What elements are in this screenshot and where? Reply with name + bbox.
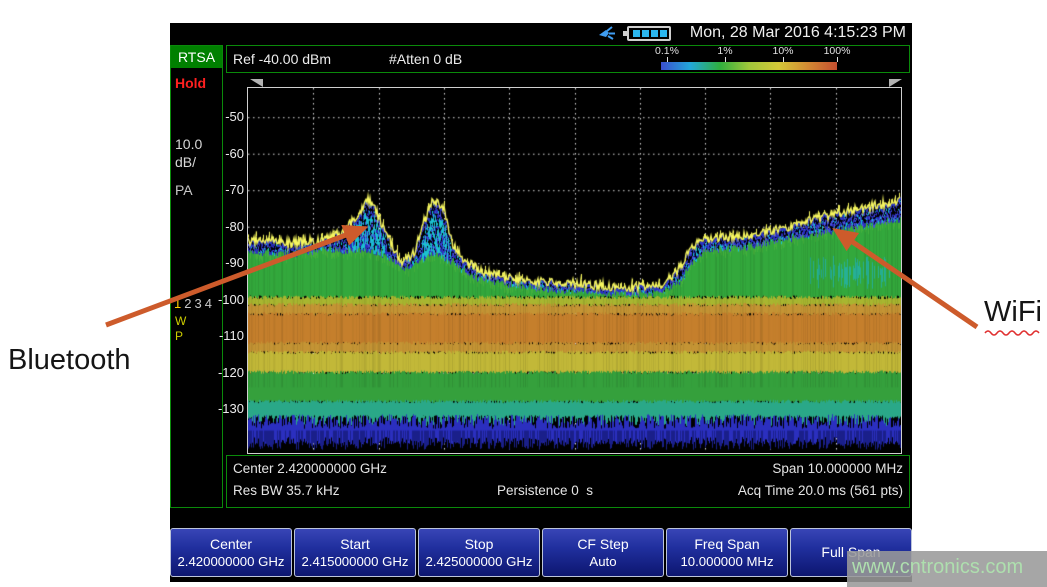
legend-gradient-bar [661,62,837,70]
trace-4: 4 [205,296,215,311]
softkey-label: CF Step [577,536,628,553]
softkey-value: 2.425000000 GHz [425,553,532,570]
y-axis-tick-label: -130 [218,401,244,416]
resbw-readout: Res BW 35.7 kHz [233,483,340,498]
y-axis-tick-label: -60 [225,146,244,161]
ref-level-label: Ref -40.00 dBm [233,51,331,67]
legend-tick [725,57,726,62]
softkey-value: 2.415000000 GHz [301,553,408,570]
softkey-label: Freq Span [694,536,759,553]
clock: Mon, 28 Mar 2016 4:15:23 PM [690,24,906,42]
reference-bar: Ref -40.00 dBm #Atten 0 dB 0.1% 1% 10% 100% [226,45,910,73]
y-axis-tick-label: -110 [219,328,244,343]
mode-badge: RTSA [171,46,222,68]
trace-flag-p: P [175,329,183,343]
center-freq-readout: Center 2.420000000 GHz [233,461,387,476]
callout-bluetooth-label: Bluetooth [8,344,131,377]
watermark: www.cntronics.com [847,551,1047,587]
legend-label: 1% [717,45,732,57]
battery-icon [627,26,671,41]
preamp-indicator: PA [175,182,193,198]
scale-value: 10.0 [175,136,202,152]
status-bar: Mon, 28 Mar 2016 4:15:23 PM [170,23,912,44]
softkey-value: 10.000000 MHz [680,553,773,570]
spectrum-plot [247,87,902,454]
spectrum-canvas [248,88,901,453]
legend-tick [783,57,784,62]
trace-3: 3 [194,296,204,311]
y-axis-tick-label: -70 [225,182,244,197]
y-axis-tick-label: -100 [218,292,244,307]
battery-bar [633,30,640,37]
y-axis-tick-label: -80 [225,219,244,234]
softkey-value: Auto [589,553,616,570]
left-status-panel: RTSA Hold 10.0 dB/ PA 1234 W P [170,45,223,508]
acq-time-readout: Acq Time 20.0 ms (561 pts) [738,483,903,498]
trace-1: 1 [174,296,184,311]
softkey-label: Start [340,536,370,553]
softkey-label: Stop [465,536,494,553]
softkey-center[interactable]: Center 2.420000000 GHz [170,528,292,577]
ref-marker-right-icon [889,79,902,87]
y-axis-tick-label: -120 [218,365,244,380]
trace-2: 2 [184,296,194,311]
scale-unit: dB/ [175,154,196,170]
ref-marker-left-icon [250,79,263,87]
external-power-icon [597,25,623,42]
page: Mon, 28 Mar 2016 4:15:23 PM RTSA Hold 10… [0,0,1047,587]
analyzer-screen: Mon, 28 Mar 2016 4:15:23 PM RTSA Hold 10… [170,23,912,582]
legend-tick [667,57,668,62]
legend-label: 0.1% [655,45,679,57]
trace-numbers: 1234 [174,296,215,311]
softkey-stop[interactable]: Stop 2.425000000 GHz [418,528,540,577]
y-axis-tick-label: -90 [225,255,244,270]
trace-flag-w: W [175,314,186,328]
wifi-underline [985,331,1039,335]
watermark-text: www.cntronics.com [852,556,1023,579]
hold-indicator: Hold [175,75,206,91]
softkey-value: 2.420000000 GHz [177,553,284,570]
softkey-start[interactable]: Start 2.415000000 GHz [294,528,416,577]
softkey-freq-span[interactable]: Freq Span 10.000000 MHz [666,528,788,577]
battery-bar [642,30,649,37]
callout-wifi-label: WiFi [984,296,1042,329]
legend-label: 10% [772,45,793,57]
y-axis-tick-label: -50 [225,109,244,124]
battery-bar [660,30,667,37]
persistence-readout: Persistence 0 s [497,483,593,498]
softkey-cf-step[interactable]: CF Step Auto [542,528,664,577]
battery-bar [651,30,658,37]
density-legend: 0.1% 1% 10% 100% [657,46,907,72]
legend-label: 100% [824,45,851,57]
softkey-label: Center [210,536,252,553]
atten-label: #Atten 0 dB [389,51,462,67]
y-axis-labels: -50-60-70-80-90-100-110-120-130 [222,63,246,483]
span-readout: Span 10.000000 MHz [772,461,903,476]
softkey-bar: Center 2.420000000 GHz Start 2.415000000… [170,528,912,577]
legend-tick [837,57,838,62]
readout-panel: Center 2.420000000 GHz Span 10.000000 MH… [226,455,910,508]
